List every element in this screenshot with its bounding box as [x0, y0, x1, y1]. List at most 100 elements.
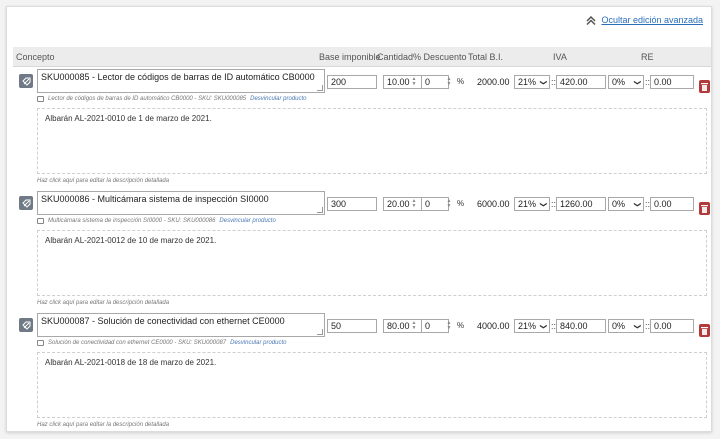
quantity-value: 10.00: [387, 77, 410, 87]
iva-rate-value: 21%: [518, 320, 537, 331]
delete-line-button[interactable]: [699, 80, 710, 93]
concept-text: SKU000085 - Lector de códigos de barras …: [41, 72, 315, 82]
re-rate-select[interactable]: 0% ❯: [608, 75, 644, 89]
col-total-bi: Total B.I.: [468, 52, 504, 62]
chevron-down-icon: ❯: [539, 79, 547, 85]
trash-icon: [701, 326, 708, 335]
description-box[interactable]: Albarán AL-2021-0018 de 18 de marzo de 2…: [37, 352, 707, 418]
unlink-product-button[interactable]: [19, 74, 33, 88]
col-concepto: Concepto: [16, 52, 55, 62]
product-icon: [37, 340, 44, 346]
re-rate-select[interactable]: 0% ❯: [608, 197, 644, 211]
sku-info-text: Lector de códigos de barras de ID automá…: [48, 96, 247, 102]
resize-handle-icon[interactable]: [317, 85, 323, 91]
iva-amount-input[interactable]: 840.00: [556, 319, 606, 333]
sku-info-text: Multicámara sistema de inspección SI0000…: [48, 218, 216, 224]
iva-rate-value: 21%: [518, 198, 537, 209]
description-hint[interactable]: Haz click aquí para editar la descripció…: [37, 422, 169, 428]
percent-sign: %: [457, 321, 465, 330]
line-total: 6000.00: [477, 199, 510, 209]
line-total: 2000.00: [477, 77, 510, 87]
base-input[interactable]: 200: [327, 75, 377, 89]
re-amount-input[interactable]: 0.00: [650, 75, 694, 89]
concept-input[interactable]: SKU000086 - Multicámara sistema de inspe…: [37, 191, 325, 215]
unlink-product-link[interactable]: Desvincular producto: [250, 96, 306, 102]
chevron-down-icon: ❯: [539, 323, 547, 329]
unlink-product-link[interactable]: Desvincular producto: [230, 340, 286, 346]
col-re: RE: [641, 52, 654, 62]
re-rate-value: 0%: [612, 76, 626, 87]
unlink-product-button[interactable]: [19, 196, 33, 210]
sku-info: Multicámara sistema de inspección SI0000…: [37, 218, 276, 224]
sku-info-text: Solución de conectividad con ethernet CE…: [48, 340, 227, 346]
concept-input[interactable]: SKU000087 - Solución de conectividad con…: [37, 313, 325, 337]
chevron-down-icon: ❯: [539, 201, 547, 207]
iva-rate-select[interactable]: 21% ❯: [514, 197, 550, 211]
double-chevron-up-icon: [586, 15, 596, 25]
discount-stepper-icon[interactable]: ▲ ▼: [443, 319, 455, 333]
quantity-stepper-icon[interactable]: ▲ ▼: [408, 75, 420, 89]
col-cantidad: Cantidad: [377, 52, 414, 62]
description-box[interactable]: Albarán AL-2021-0010 de 1 de marzo de 20…: [37, 108, 707, 174]
chevron-down-icon: ❯: [633, 79, 641, 85]
iva-rate-value: 21%: [518, 76, 537, 87]
invoice-line: SKU000086 - Multicámara sistema de inspe…: [13, 190, 711, 312]
unlink-icon: [21, 321, 30, 330]
toggle-advanced-edit-label[interactable]: Ocultar edición avanzada: [601, 15, 703, 25]
chevron-down-icon: ❯: [633, 323, 641, 329]
chevron-down-icon: ❯: [633, 201, 641, 207]
percent-sign: %: [457, 199, 465, 208]
iva-amount-input[interactable]: 420.00: [556, 75, 606, 89]
description-text: Albarán AL-2021-0012 de 10 de marzo de 2…: [45, 236, 217, 245]
delete-line-button[interactable]: [699, 202, 710, 215]
re-rate-select[interactable]: 0% ❯: [608, 319, 644, 333]
delete-line-button[interactable]: [699, 324, 710, 337]
resize-handle-icon[interactable]: [317, 207, 323, 213]
trash-icon: [701, 204, 708, 213]
line-total: 4000.00: [477, 321, 510, 331]
unlink-icon: [21, 199, 30, 208]
trash-icon: [701, 82, 708, 91]
iva-amount-input[interactable]: 1260.00: [556, 197, 606, 211]
re-rate-value: 0%: [612, 198, 626, 209]
unlink-product-button[interactable]: [19, 318, 33, 332]
description-hint[interactable]: Haz click aquí para editar la descripció…: [37, 178, 169, 184]
quantity-value: 20.00: [387, 199, 410, 209]
quantity-stepper-icon[interactable]: ▲ ▼: [408, 319, 420, 333]
sku-info: Lector de códigos de barras de ID automá…: [37, 96, 307, 102]
quantity-stepper-icon[interactable]: ▲ ▼: [408, 197, 420, 211]
concept-text: SKU000086 - Multicámara sistema de inspe…: [41, 194, 269, 204]
description-hint[interactable]: Haz click aquí para editar la descripció…: [37, 300, 169, 306]
lines-header: Concepto Base imponible Cantidad % Descu…: [13, 47, 711, 67]
re-rate-value: 0%: [612, 320, 626, 331]
unlink-icon: [21, 77, 30, 86]
description-text: Albarán AL-2021-0018 de 18 de marzo de 2…: [45, 358, 217, 367]
toggle-advanced-edit[interactable]: Ocultar edición avanzada: [586, 15, 703, 25]
discount-stepper-icon[interactable]: ▲ ▼: [443, 197, 455, 211]
product-icon: [37, 96, 44, 102]
quantity-value: 80.00: [387, 321, 410, 331]
discount-value: 0: [425, 77, 431, 87]
iva-rate-select[interactable]: 21% ❯: [514, 75, 550, 89]
concept-input[interactable]: SKU000085 - Lector de códigos de barras …: [37, 69, 325, 93]
invoice-lines-panel: Ocultar edición avanzada Concepto Base i…: [6, 6, 712, 432]
iva-rate-select[interactable]: 21% ❯: [514, 319, 550, 333]
re-amount-input[interactable]: 0.00: [650, 197, 694, 211]
col-base-imponible: Base imponible: [319, 52, 381, 62]
col-iva: IVA: [553, 52, 567, 62]
sku-info: Solución de conectividad con ethernet CE…: [37, 340, 287, 346]
re-amount-input[interactable]: 0.00: [650, 319, 694, 333]
percent-sign: %: [457, 77, 465, 86]
col-descuento: % Descuento: [413, 52, 467, 62]
resize-handle-icon[interactable]: [317, 329, 323, 335]
invoice-line: SKU000085 - Lector de códigos de barras …: [13, 68, 711, 190]
base-input[interactable]: 50: [327, 319, 377, 333]
discount-value: 0: [425, 321, 431, 331]
description-text: Albarán AL-2021-0010 de 1 de marzo de 20…: [45, 114, 212, 123]
discount-value: 0: [425, 199, 431, 209]
description-box[interactable]: Albarán AL-2021-0012 de 10 de marzo de 2…: [37, 230, 707, 296]
product-icon: [37, 218, 44, 224]
discount-stepper-icon[interactable]: ▲ ▼: [443, 75, 455, 89]
base-input[interactable]: 300: [327, 197, 377, 211]
unlink-product-link[interactable]: Desvincular producto: [219, 218, 275, 224]
